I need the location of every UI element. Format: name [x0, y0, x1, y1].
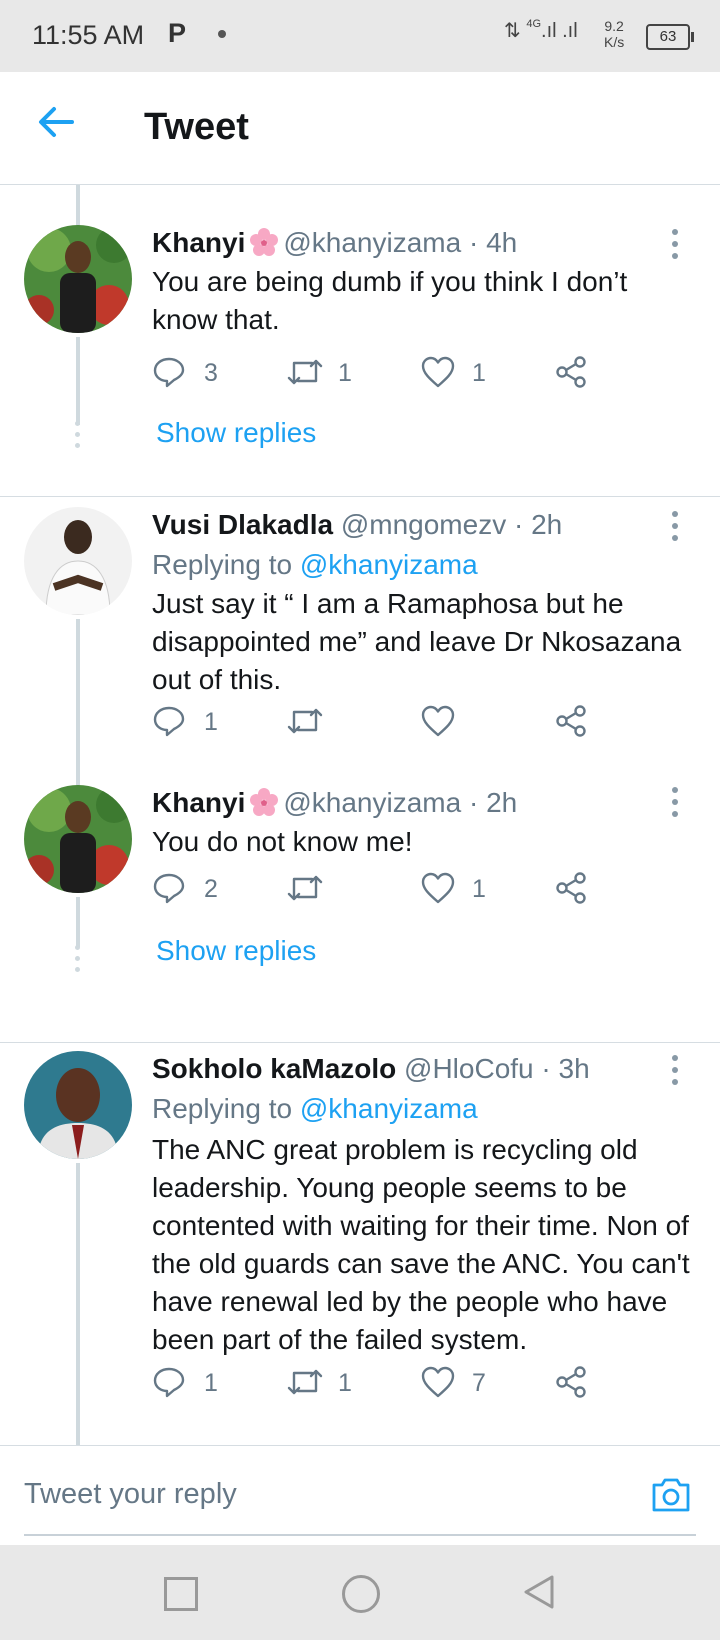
input-underline	[24, 1534, 696, 1536]
replying-to-prefix: Replying to	[152, 1093, 293, 1124]
thread-dots	[75, 421, 81, 454]
show-replies-link[interactable]: Show replies	[156, 417, 316, 449]
avatar[interactable]	[24, 507, 132, 615]
share-icon	[556, 705, 586, 737]
author-name[interactable]: Khanyi	[152, 227, 245, 258]
tweet-thread[interactable]: Khanyi @khanyizama · 4h You are being dum…	[0, 185, 720, 1445]
reply-icon	[153, 706, 185, 737]
reply-icon	[153, 357, 185, 388]
tweet-header: Sokholo kaMazolo @HloCofu · 3h	[152, 1053, 590, 1085]
share-icon	[556, 356, 586, 388]
retweet-icon	[287, 359, 323, 385]
mention-link[interactable]: @khanyizama	[300, 549, 478, 580]
divider	[0, 496, 720, 497]
back-arrow-icon[interactable]	[36, 102, 76, 142]
status-time: 11:55 AM	[32, 20, 145, 50]
tweet-actions: 2 1	[152, 869, 622, 909]
tweet-text: Just say it “ I am a Ramaphosa but he di…	[152, 588, 682, 695]
tweet-actions: 3 1 1	[152, 353, 622, 393]
carrier-icon: P	[168, 18, 187, 48]
tweet-header: Khanyi @khanyizama · 4h	[152, 227, 517, 259]
avatar[interactable]	[24, 1051, 132, 1159]
heart-icon	[421, 356, 455, 388]
tweet-header: Khanyi @khanyizama · 2h	[152, 787, 517, 819]
app-header: Tweet	[0, 72, 720, 185]
network-speed-value: 9.2	[604, 18, 624, 34]
avatar[interactable]	[24, 785, 132, 893]
replying-to: Replying to @khanyizama	[152, 1093, 478, 1125]
like-count: 1	[472, 359, 486, 387]
tweet-actions: 1 1 7	[152, 1363, 622, 1403]
replying-to-prefix: Replying to	[152, 549, 293, 580]
signal-icon: ⇅ 4G.ıl .ıl	[504, 18, 578, 42]
tweet-actions: 1	[152, 702, 622, 742]
system-nav-bar	[0, 1545, 720, 1640]
network-speed: 9.2 K/s	[604, 18, 624, 50]
heart-icon	[421, 1366, 455, 1398]
share-icon	[556, 872, 586, 904]
reply-input[interactable]: Tweet your reply	[24, 1478, 237, 1511]
author-handle-time: @khanyizama · 2h	[283, 787, 518, 818]
cherry-blossom-icon	[250, 788, 279, 816]
replying-to: Replying to @khanyizama	[152, 549, 478, 581]
retweet-count: 1	[338, 1369, 352, 1397]
retweet-icon	[287, 1369, 323, 1395]
reply-count: 2	[204, 875, 218, 903]
thread-line	[76, 337, 80, 425]
camera-icon[interactable]	[650, 1476, 692, 1514]
network-type: 4G	[526, 18, 542, 30]
home-circle-icon[interactable]	[342, 1575, 380, 1613]
avatar[interactable]	[24, 225, 132, 333]
heart-icon	[421, 872, 455, 904]
like-count: 7	[472, 1369, 486, 1397]
reply-count: 1	[204, 708, 218, 736]
author-name[interactable]: Khanyi	[152, 787, 245, 818]
battery-icon: 63	[646, 24, 694, 50]
author-handle-time: @HloCofu · 3h	[404, 1053, 590, 1084]
retweet-icon	[287, 708, 323, 734]
show-replies-link[interactable]: Show replies	[156, 935, 316, 967]
tweet-header: Vusi Dlakadla @mngomezv · 2h	[152, 509, 562, 541]
like-count: 1	[472, 875, 486, 903]
thread-line	[76, 1163, 80, 1445]
network-speed-unit: K/s	[604, 34, 625, 50]
author-handle-time: @mngomezv · 2h	[340, 509, 563, 540]
more-options-icon[interactable]	[672, 787, 680, 823]
status-bar: 11:55 AM P ⇅ 4G.ıl .ıl 9.2 K/s 63	[0, 0, 720, 72]
retweet-icon	[287, 875, 323, 901]
tweet-text: You do not know me!	[152, 826, 413, 857]
more-options-icon[interactable]	[672, 229, 680, 265]
page-title: Tweet	[144, 106, 249, 148]
divider	[0, 1042, 720, 1043]
recents-square-icon[interactable]	[164, 1577, 198, 1611]
author-name[interactable]: Sokholo kaMazolo	[152, 1053, 396, 1084]
mention-link[interactable]: @khanyizama	[300, 1093, 478, 1124]
cherry-blossom-icon	[250, 228, 279, 256]
heart-icon	[421, 705, 455, 737]
reply-count: 3	[204, 359, 218, 387]
author-handle-time: @khanyizama · 4h	[283, 227, 518, 258]
retweet-count: 1	[338, 359, 352, 387]
share-icon	[556, 1366, 586, 1398]
author-name[interactable]: Vusi Dlakadla	[152, 509, 333, 540]
thread-dots	[75, 945, 81, 978]
thread-line	[76, 897, 80, 947]
reply-icon	[153, 873, 185, 904]
reply-count: 1	[204, 1369, 218, 1397]
more-options-icon[interactable]	[672, 511, 680, 547]
reply-icon	[153, 1367, 185, 1398]
thread-line	[76, 619, 80, 789]
reply-composer: Tweet your reply	[0, 1445, 720, 1546]
more-options-icon[interactable]	[672, 1055, 680, 1091]
back-triangle-icon[interactable]	[522, 1573, 556, 1611]
tweet-text: The ANC great problem is recycling old l…	[152, 1134, 690, 1355]
tweet-text: You are being dumb if you think I don’t …	[152, 266, 628, 335]
notification-dot-icon	[218, 30, 226, 38]
